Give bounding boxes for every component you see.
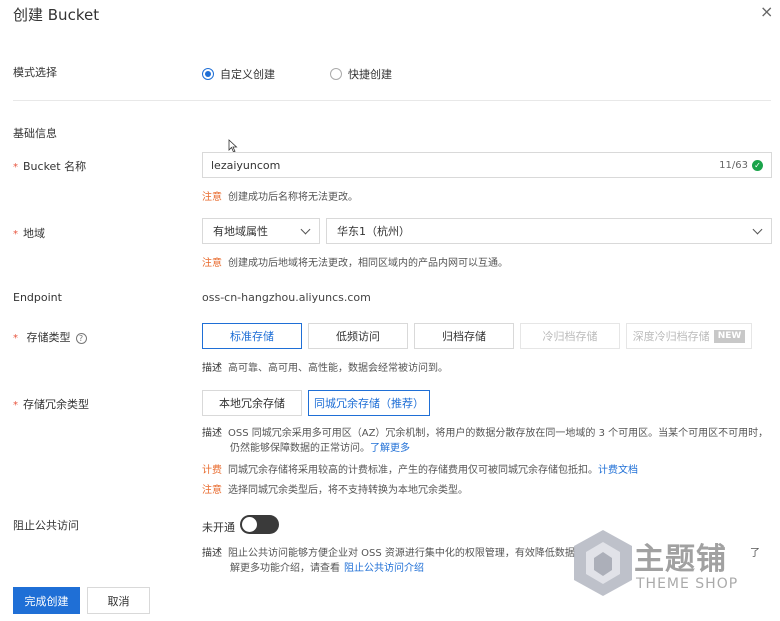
- desc-text-2: 仍然能够保障数据的正常访问。: [230, 443, 370, 454]
- region-attribute-select[interactable]: 有地域属性: [202, 218, 320, 244]
- toggle-knob: [242, 517, 257, 532]
- section-title-basic: 基础信息: [13, 127, 57, 140]
- bucket-name-value: lezaiyuncom: [211, 158, 281, 172]
- storage-class-ia[interactable]: 低频访问: [308, 323, 408, 349]
- desc-text-1: 阻止公共访问能够方便企业对 OSS 资源进行集中化的权限管理，有效降低数据: [228, 548, 575, 559]
- watermark-subtext: THEME SHOP: [636, 576, 739, 592]
- public-access-toggle[interactable]: [240, 515, 279, 534]
- fee-tag: 计费: [202, 465, 222, 476]
- radio-unselected-icon: [330, 68, 342, 80]
- note-text: 选择同城冗余类型后，将不支持转换为本地冗余类型。: [228, 485, 468, 496]
- redundancy-lrs[interactable]: 本地冗余存储: [202, 390, 302, 416]
- fee-text: 同城冗余存储将采用较高的计费标准，产生的存储费用仅可被同城冗余存储包抵扣。: [228, 465, 598, 476]
- public-access-label: 阻止公共访问: [13, 519, 79, 532]
- mode-option-quick[interactable]: 快捷创建: [330, 66, 392, 82]
- region-hint: 注意 创建成功后地域将无法更改，相同区域内的产品内网可以互通。: [202, 254, 508, 269]
- hint-text: 创建成功后名称将无法更改。: [228, 192, 358, 203]
- learn-more-link[interactable]: 了解更多: [370, 443, 410, 454]
- radio-selected-icon: [202, 68, 214, 80]
- mode-option-custom[interactable]: 自定义创建: [202, 66, 275, 82]
- mode-option-quick-label: 快捷创建: [348, 68, 392, 81]
- desc-text: 高可靠、高可用、高性能，数据会经常被访问到。: [228, 363, 448, 374]
- bucket-name-hint: 注意 创建成功后名称将无法更改。: [202, 188, 358, 203]
- billing-doc-link[interactable]: 计费文档: [598, 465, 638, 476]
- region-value: 华东1（杭州）: [337, 225, 410, 238]
- storage-class-cold-archive: 冷归档存储: [520, 323, 620, 349]
- desc-text-1: OSS 同城冗余采用多可用区（AZ）冗余机制，将用户的数据分散存放在同一地域的 …: [228, 428, 769, 439]
- redundancy-fee: 计费 同城冗余存储将采用较高的计费标准，产生的存储费用仅可被同城冗余存储包抵扣。计…: [202, 461, 638, 476]
- storage-class-deep-cold-archive: 深度冷归档存储 NEW: [626, 323, 752, 349]
- mouse-cursor-icon: [228, 139, 238, 153]
- redundancy-desc: 描述 OSS 同城冗余采用多可用区（AZ）冗余机制，将用户的数据分散存放在同一地域…: [202, 426, 772, 456]
- storage-class-standard[interactable]: 标准存储: [202, 323, 302, 349]
- help-icon[interactable]: ?: [75, 332, 87, 344]
- new-badge: NEW: [713, 329, 746, 343]
- watermark-text: 主题铺: [634, 542, 727, 577]
- endpoint-label: Endpoint: [13, 291, 62, 304]
- bucket-name-label: Bucket 名称: [13, 158, 86, 174]
- desc-tag: 描述: [202, 363, 222, 374]
- section-divider: [13, 100, 771, 101]
- close-icon[interactable]: ×: [760, 2, 773, 21]
- public-access-status: 未开通: [202, 521, 235, 534]
- redundancy-zrs[interactable]: 同城冗余存储（推荐）: [308, 390, 430, 416]
- chevron-down-icon: [300, 224, 311, 234]
- endpoint-value: oss-cn-hangzhou.aliyuncs.com: [202, 291, 371, 304]
- desc-tag: 描述: [202, 548, 222, 559]
- storage-class-label-text: 存储类型: [26, 331, 71, 344]
- dialog-title: 创建 Bucket: [13, 6, 100, 24]
- note-tag: 注意: [202, 485, 222, 496]
- deep-cold-archive-label: 深度冷归档存储: [632, 330, 710, 343]
- desc-text-2: 解更多功能介绍，请查看: [230, 563, 340, 574]
- region-label: 地域: [13, 225, 45, 241]
- hint-tag: 注意: [202, 258, 222, 269]
- region-attribute-value: 有地域属性: [213, 225, 268, 238]
- check-circle-icon: ✓: [752, 159, 763, 171]
- watermark-logo-icon: [574, 530, 632, 596]
- hint-text: 创建成功后地域将无法更改，相同区域内的产品内网可以互通。: [228, 258, 508, 269]
- region-select[interactable]: 华东1（杭州）: [326, 218, 772, 244]
- storage-class-label: 存储类型?: [13, 329, 87, 345]
- mode-label: 模式选择: [13, 66, 57, 79]
- desc-tag: 描述: [202, 428, 222, 439]
- redundancy-label: 存储冗余类型: [13, 396, 89, 412]
- chevron-down-icon: [752, 224, 763, 234]
- mode-option-custom-label: 自定义创建: [220, 68, 275, 81]
- redundancy-note: 注意 选择同城冗余类型后，将不支持转换为本地冗余类型。: [202, 481, 468, 496]
- storage-class-archive[interactable]: 归档存储: [414, 323, 514, 349]
- cancel-button[interactable]: 取消: [87, 587, 150, 614]
- storage-class-desc: 描述 高可靠、高可用、高性能，数据会经常被访问到。: [202, 359, 448, 374]
- bucket-name-input[interactable]: lezaiyuncom 11/63 ✓: [202, 152, 772, 178]
- hint-tag: 注意: [202, 192, 222, 203]
- watermark: 主题铺 THEME SHOP: [572, 528, 772, 603]
- confirm-create-button[interactable]: 完成创建: [13, 587, 80, 614]
- public-access-intro-link[interactable]: 阻止公共访问介绍: [344, 563, 424, 574]
- bucket-name-counter: 11/63: [719, 159, 748, 171]
